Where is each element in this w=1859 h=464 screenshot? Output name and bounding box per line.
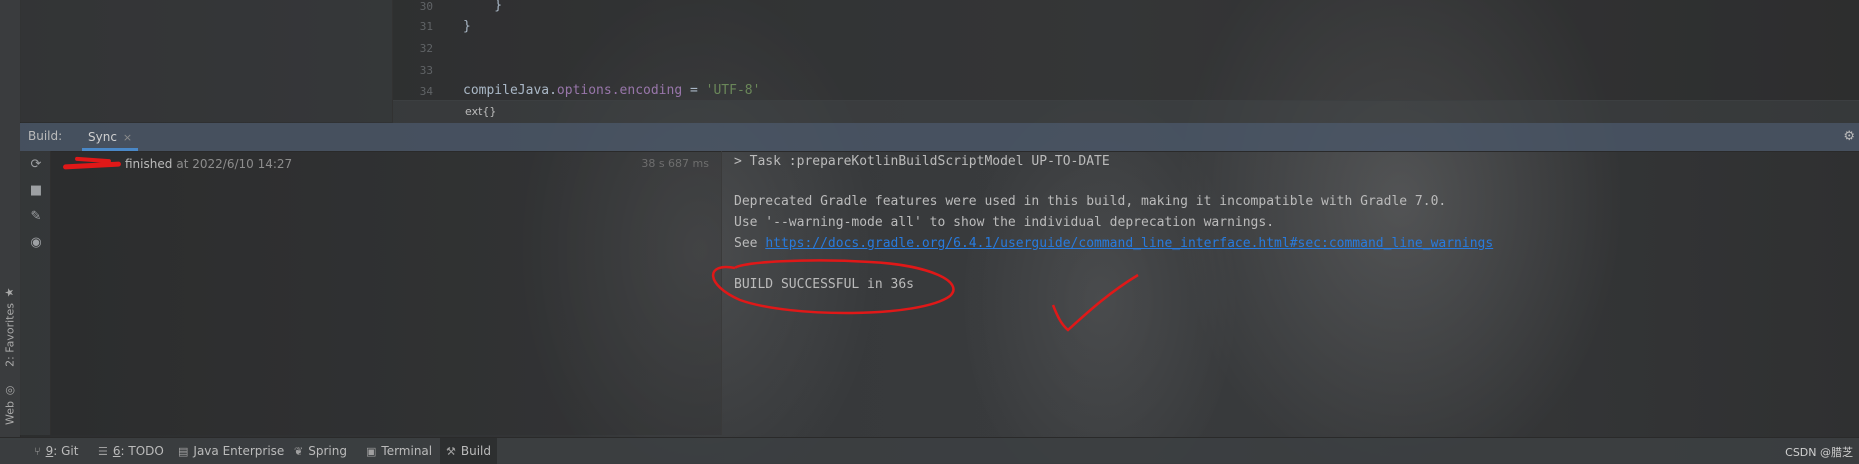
code-line: } [463, 19, 471, 34]
web-label: Web [3, 401, 17, 425]
line-number: 30 [419, 0, 433, 13]
favorites-tab[interactable]: 2: Favorites ★ [2, 286, 18, 367]
code-editor[interactable]: 30 31 32 33 34 } } compileJava.options.e… [393, 0, 1859, 100]
tab-spring-label: Spring [308, 444, 347, 458]
tab-todo[interactable]: ☰ 6: TODO [92, 438, 170, 464]
tree-status: finished at 2022/6/10 14:27 [125, 155, 292, 173]
tab-terminal[interactable]: ▣ Terminal [360, 438, 438, 464]
redaction-mark [62, 161, 122, 170]
project-pane [20, 0, 393, 122]
code-line: } [463, 0, 503, 13]
line-number: 31 [419, 20, 433, 33]
breadcrumb[interactable]: ext{} [393, 100, 1859, 123]
tab-spring[interactable]: ❦ Spring [288, 438, 353, 464]
tab-build[interactable]: ⚒ Build [440, 438, 497, 464]
console-line: See https://docs.gradle.org/6.4.1/usergu… [734, 236, 1493, 251]
tab-build-label: Build [460, 444, 491, 458]
docs-link[interactable]: https://docs.gradle.org/6.4.1/userguide/… [765, 236, 1493, 251]
code-line: compileJava.options.encoding = 'UTF-8' [463, 83, 760, 98]
refresh-icon[interactable]: ⟳ [28, 157, 44, 173]
build-result: BUILD SUCCESSFUL in 36s [734, 277, 915, 292]
tool-window-bar: ⑂ 9: Git ☰ 6: TODO ▤ Java Enterprise ❦ S… [0, 437, 1859, 464]
tab-java-enterprise[interactable]: ▤ Java Enterprise [172, 438, 290, 464]
line-number: 34 [419, 85, 433, 98]
code-operator: = [682, 83, 706, 98]
console-line: Deprecated Gradle features were used in … [734, 194, 1447, 209]
code-string: 'UTF-8' [705, 83, 761, 98]
gear-icon[interactable]: ⚙ [1843, 129, 1855, 144]
close-icon[interactable]: × [123, 131, 132, 144]
watermark: CSDN @腊芝 [1785, 446, 1853, 459]
eye-icon[interactable]: ◉ [28, 235, 44, 251]
build-toolbar: Build: Sync × ⚙ [20, 123, 1859, 152]
build-title: Build: [28, 129, 63, 143]
breadcrumb-item[interactable]: ext{} [465, 105, 496, 118]
build-tree: finished at 2022/6/10 14:27 38 s 687 ms [51, 151, 722, 435]
line-gutter: 30 31 32 33 34 [393, 0, 441, 100]
console-line: > Task :prepareKotlinBuildScriptModel UP… [734, 154, 1110, 169]
timestamp: at 2022/6/10 14:27 [176, 157, 293, 171]
tab-git[interactable]: ⑂ 9: Git [28, 438, 84, 464]
tab-java-enterprise-label: Java Enterprise [193, 444, 285, 458]
spring-leaf-icon: ❦ [294, 444, 304, 458]
left-tool-strip: 2: Favorites ★ Web ◎ [0, 0, 21, 440]
duration: 38 s 687 ms [641, 157, 709, 170]
code-object: compileJava. [463, 83, 557, 98]
pin-icon[interactable]: ✎ [28, 209, 44, 225]
star-icon: ★ [3, 286, 17, 299]
favorites-label: 2: Favorites [3, 303, 17, 367]
todo-list-icon: ☰ [98, 444, 108, 458]
tab-sync-label: Sync [88, 130, 117, 144]
status-text: finished [125, 157, 173, 171]
tab-terminal-label: Terminal [381, 444, 433, 458]
stop-icon[interactable]: ■ [28, 183, 44, 199]
tree-row[interactable]: finished at 2022/6/10 14:27 38 s 687 ms [57, 155, 717, 173]
build-console[interactable]: > Task :prepareKotlinBuildScriptModel UP… [722, 151, 1859, 435]
line-number: 32 [419, 42, 433, 55]
terminal-icon: ▣ [366, 444, 377, 458]
java-enterprise-icon: ▤ [178, 444, 189, 458]
tab-todo-label: 6: TODO [112, 444, 164, 458]
build-tool-column: ⟳ ■ ✎ ◉ [20, 151, 51, 435]
web-tab[interactable]: Web ◎ [2, 384, 18, 425]
globe-icon: ◎ [3, 384, 17, 397]
git-branch-icon: ⑂ [34, 444, 41, 458]
hammer-icon: ⚒ [446, 444, 456, 458]
code-property: options.encoding [556, 83, 683, 98]
console-line: Use '--warning-mode all' to show the ind… [734, 215, 1275, 230]
see-prefix: See [734, 236, 766, 251]
tab-git-label: 9: Git [45, 444, 79, 458]
tab-sync[interactable]: Sync × [78, 123, 142, 151]
line-number: 33 [419, 64, 433, 77]
